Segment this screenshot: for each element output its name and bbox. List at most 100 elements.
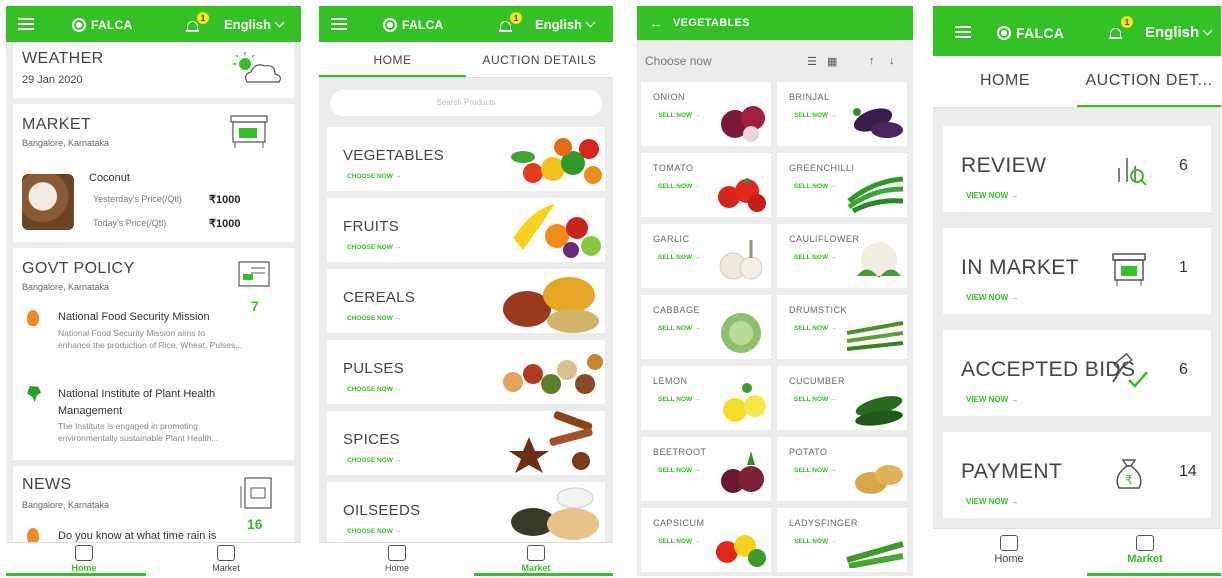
category-card[interactable]: OILSEEDS CHOOSE NOW → [327, 482, 605, 546]
sort-up-icon[interactable]: ↑ [869, 55, 875, 67]
sell-now-link[interactable]: SELL NOW → [658, 538, 701, 545]
sell-now-link[interactable]: SELL NOW → [794, 112, 837, 119]
sell-now-link[interactable]: SELL NOW → [794, 325, 837, 332]
list-view-icon[interactable]: ☰ [807, 55, 817, 68]
category-card[interactable]: VEGETABLES CHOOSE NOW → [327, 127, 605, 191]
policy-item-title[interactable]: Management [58, 405, 122, 417]
vegetable-tile[interactable]: ONION SELL NOW → [641, 82, 771, 146]
vegetable-tile[interactable]: CAPSICUM SELL NOW → [641, 508, 771, 572]
vegetable-tile[interactable]: POTATO SELL NOW → [777, 437, 907, 501]
payment-card[interactable]: PAYMENT VIEW NOW → ₹ 14 [943, 432, 1211, 518]
vegetable-tile[interactable]: DRUMSTICK SELL NOW → [777, 295, 907, 359]
green-chilli-image [847, 176, 904, 213]
sell-now-link[interactable]: SELL NOW → [658, 396, 701, 403]
choose-now-link[interactable]: CHOOSE NOW → [347, 244, 401, 251]
vegetable-tile[interactable]: BRINJAL SELL NOW → [777, 82, 907, 146]
yesterday-price-label: Yesterday's Price(/Qtl) [93, 194, 182, 204]
language-label: English [1145, 24, 1200, 41]
vegetable-name: TOMATO [653, 163, 694, 173]
back-arrow-icon[interactable]: ← [649, 15, 663, 31]
nav-home[interactable]: Home [367, 545, 427, 573]
accepted-bids-count: 6 [1179, 361, 1188, 378]
choose-now-link[interactable]: CHOOSE NOW → [347, 173, 401, 180]
nav-market[interactable]: Market [506, 545, 566, 573]
review-count: 6 [1179, 157, 1188, 174]
vegetables-header: ← VEGETABLES [637, 6, 913, 40]
menu-icon[interactable] [955, 26, 971, 38]
bell-icon[interactable] [1109, 26, 1123, 40]
language-select[interactable]: English [224, 17, 285, 32]
category-card[interactable]: FRUITS CHOOSE NOW → [327, 198, 605, 262]
sell-now-link[interactable]: SELL NOW → [794, 467, 837, 474]
india-map-icon [27, 386, 41, 402]
choose-now-link[interactable]: CHOOSE NOW → [347, 528, 401, 535]
market-card[interactable]: MARKET Bangalore, Karnataka Coconut Yest… [13, 104, 294, 242]
news-card[interactable]: NEWS Bangalore, Karnataka 16 Do you know… [13, 466, 294, 546]
sell-now-link[interactable]: SELL NOW → [794, 538, 837, 545]
policy-item-desc: National Food Security Mission aims to [58, 328, 205, 338]
vegetable-tile[interactable]: CABBAGE SELL NOW → [641, 295, 771, 359]
sell-now-link[interactable]: SELL NOW → [658, 467, 701, 474]
menu-icon[interactable] [18, 18, 34, 30]
brand-name: FALCA [1016, 25, 1065, 41]
market-stall-icon [1112, 253, 1146, 286]
chevron-down-icon [274, 17, 285, 28]
vegetable-tile[interactable]: GREENCHILLI SELL NOW → [777, 153, 907, 217]
vegetable-tile[interactable]: LEMON SELL NOW → [641, 366, 771, 430]
sell-now-link[interactable]: SELL NOW → [794, 254, 837, 261]
vegetable-name: GARLIC [653, 234, 690, 244]
view-now-link[interactable]: VIEW NOW → [966, 395, 1018, 404]
menu-icon[interactable] [331, 18, 347, 30]
vegetable-name: BRINJAL [789, 92, 830, 102]
choose-now-link[interactable]: CHOOSE NOW → [347, 457, 401, 464]
govt-policy-card[interactable]: GOVT POLICY Bangalore, Karnataka 7 Natio… [13, 248, 294, 460]
grid-view-icon[interactable]: ▦ [827, 55, 837, 68]
sort-down-icon[interactable]: ↓ [889, 55, 895, 67]
tab-auction-details[interactable]: AUCTION DET... [1077, 72, 1221, 90]
vegetable-tile[interactable]: CAULIFLOWER SELL NOW → [777, 224, 907, 288]
choose-now-link[interactable]: CHOOSE NOW → [347, 315, 401, 322]
vegetable-tile[interactable]: TOMATO SELL NOW → [641, 153, 771, 217]
in-market-card[interactable]: IN MARKET VIEW NOW → 1 [943, 228, 1211, 314]
view-now-link[interactable]: VIEW NOW → [966, 293, 1018, 302]
sell-now-link[interactable]: SELL NOW → [658, 254, 701, 261]
review-card[interactable]: REVIEW VIEW NOW → 6 [943, 126, 1211, 212]
coconut-image [22, 174, 74, 230]
category-card[interactable]: PULSES CHOOSE NOW → [327, 340, 605, 404]
sell-now-link[interactable]: SELL NOW → [794, 396, 837, 403]
nav-market[interactable]: Market [1115, 535, 1175, 565]
card-title: PAYMENT [961, 460, 1063, 483]
category-card[interactable]: SPICES CHOOSE NOW → [327, 411, 605, 475]
sell-now-link[interactable]: SELL NOW → [658, 325, 701, 332]
review-plant-icon [1118, 158, 1147, 186]
vegetable-tile[interactable]: CUCUMBER SELL NOW → [777, 366, 907, 430]
language-select[interactable]: English [535, 17, 596, 32]
nav-market[interactable]: Market [196, 545, 256, 573]
category-card[interactable]: CEREALS CHOOSE NOW → [327, 269, 605, 333]
weather-title: WEATHER [22, 50, 104, 67]
nav-home[interactable]: Home [979, 535, 1039, 565]
sell-now-link[interactable]: SELL NOW → [658, 183, 701, 190]
search-input[interactable]: Search Products [330, 90, 602, 116]
language-select[interactable]: English [1145, 24, 1213, 41]
policy-item-desc: environmentally sustainable Plant Health… [58, 433, 219, 443]
choose-now-link[interactable]: CHOOSE NOW → [347, 386, 401, 393]
vegetable-tile[interactable]: LADYSFINGER SELL NOW → [777, 508, 907, 572]
weather-card[interactable]: WEATHER 29 Jan 2020 [13, 42, 294, 98]
policy-item-title[interactable]: National Institute of Plant Health [58, 388, 215, 400]
nav-home[interactable]: Home [54, 545, 114, 573]
view-now-link[interactable]: VIEW NOW → [966, 497, 1018, 506]
tab-home[interactable]: HOME [319, 53, 466, 67]
vegetable-tile[interactable]: BEETROOT SELL NOW → [641, 437, 771, 501]
vegetable-tile[interactable]: GARLIC SELL NOW → [641, 224, 771, 288]
govt-policy-count: 7 [251, 298, 259, 314]
garlic-image [719, 240, 763, 280]
policy-item-title[interactable]: National Food Security Mission [58, 311, 210, 323]
accepted-bids-card[interactable]: ACCEPTED BIDS VIEW NOW → 6 [943, 330, 1211, 416]
view-now-link[interactable]: VIEW NOW → [966, 191, 1018, 200]
sell-now-link[interactable]: SELL NOW → [658, 112, 701, 119]
sell-now-link[interactable]: SELL NOW → [794, 183, 837, 190]
tab-home[interactable]: HOME [933, 72, 1077, 90]
news-item-title[interactable]: Do you know at what time rain is [58, 530, 216, 542]
tab-auction-details[interactable]: AUCTION DETAILS [466, 53, 613, 67]
